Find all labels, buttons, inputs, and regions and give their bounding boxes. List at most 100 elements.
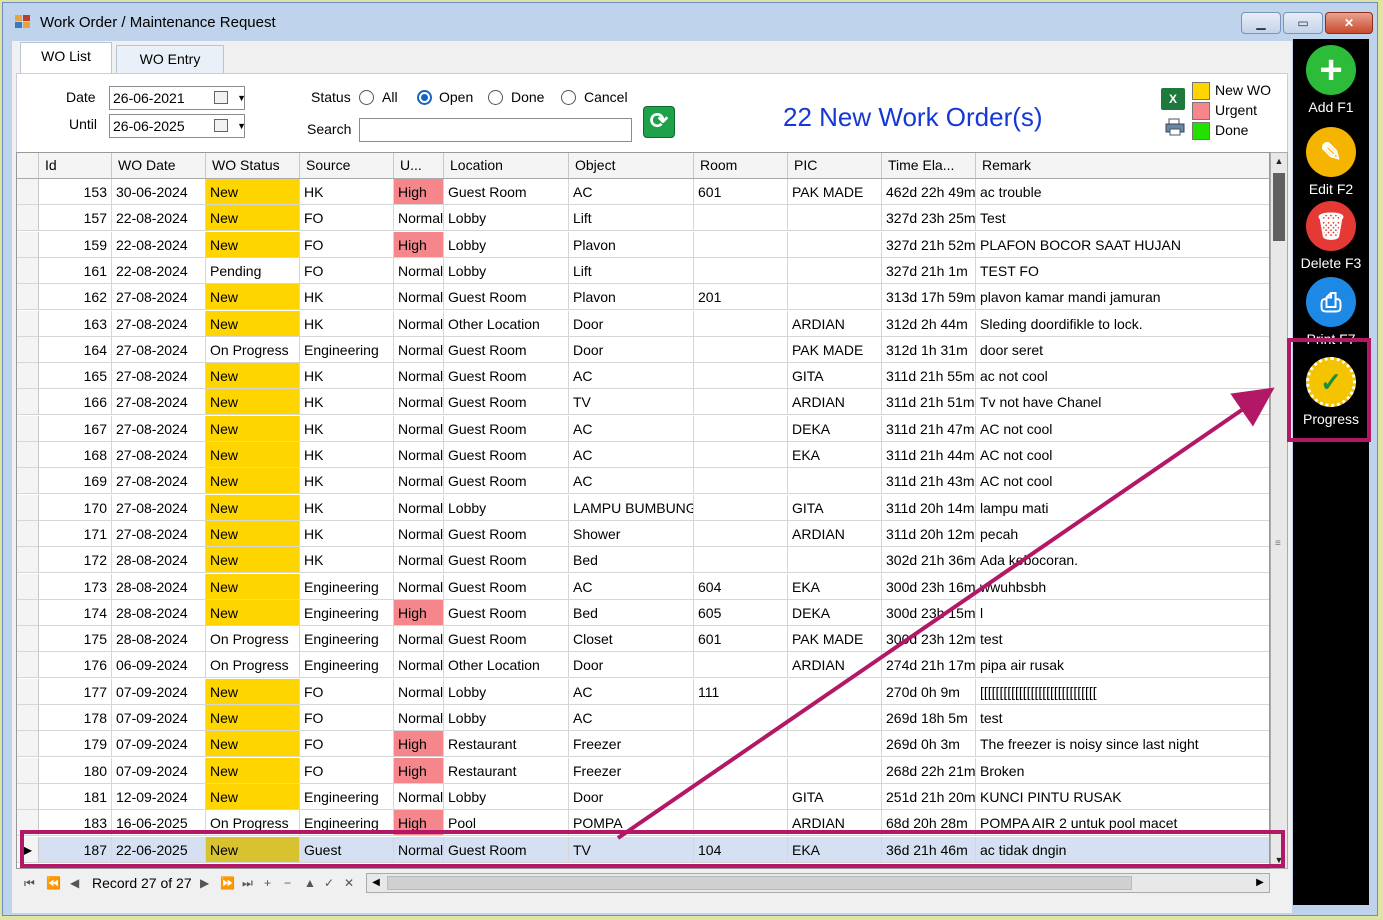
- cell-object[interactable]: Plavon: [569, 284, 694, 311]
- cell-id[interactable]: 174: [39, 599, 112, 626]
- cell-source[interactable]: FO: [300, 231, 394, 258]
- cell-elapsed[interactable]: 462d 22h 49m: [882, 179, 976, 205]
- cell-remark[interactable]: AC not cool: [976, 442, 1269, 468]
- cell-pic[interactable]: [788, 547, 882, 574]
- cell-remark[interactable]: [[[[[[[[[[[[[[[[[[[[[[[[[[[[[[: [976, 679, 1269, 705]
- row-selector[interactable]: [17, 336, 39, 363]
- cell-date[interactable]: 22-08-2024: [112, 231, 206, 258]
- cell-source[interactable]: Engineering: [300, 573, 394, 600]
- cell-pic[interactable]: PAK MADE: [788, 179, 882, 205]
- cell-object[interactable]: Door: [569, 783, 694, 810]
- table-row[interactable]: 162 27-08-2024 New HK Normal Guest Room Plavon…: [17, 284, 1269, 311]
- cell-urgency[interactable]: High: [394, 731, 444, 758]
- add-record-icon[interactable]: +: [264, 871, 271, 895]
- print-f7-button[interactable]: ⎙ Print F7: [1293, 277, 1369, 347]
- cell-status[interactable]: New: [206, 415, 300, 442]
- cell-id[interactable]: 167: [39, 415, 112, 442]
- cell-pic[interactable]: PAK MADE: [788, 626, 882, 653]
- cell-remark[interactable]: test: [976, 626, 1269, 653]
- minimize-button[interactable]: ▁: [1241, 12, 1281, 34]
- cell-elapsed[interactable]: 36d 21h 46m: [882, 836, 976, 863]
- cell-room[interactable]: [694, 547, 788, 574]
- row-selector[interactable]: [17, 573, 39, 600]
- table-row[interactable]: 153 30-06-2024 New HK High Guest Room AC 601 PAK…: [17, 179, 1269, 205]
- cell-id[interactable]: 166: [39, 389, 112, 416]
- cell-remark[interactable]: Broken: [976, 758, 1269, 784]
- cell-status[interactable]: New: [206, 389, 300, 416]
- cell-elapsed[interactable]: 68d 20h 28m: [882, 810, 976, 837]
- cell-remark[interactable]: Ada kebocoran.: [976, 547, 1269, 574]
- cell-id[interactable]: 171: [39, 520, 112, 547]
- cell-location[interactable]: Lobby: [444, 705, 569, 731]
- cell-location[interactable]: Lobby: [444, 783, 569, 810]
- cell-location[interactable]: Guest Room: [444, 389, 569, 416]
- cell-remark[interactable]: The freezer is noisy since last night: [976, 731, 1269, 758]
- cell-id[interactable]: 180: [39, 757, 112, 784]
- row-selector[interactable]: [17, 389, 39, 416]
- cell-status[interactable]: New: [206, 783, 300, 810]
- cell-room[interactable]: [694, 442, 788, 468]
- cell-remark[interactable]: ac trouble: [976, 179, 1269, 205]
- cell-remark[interactable]: lampu mati: [976, 495, 1269, 521]
- cell-date[interactable]: 27-08-2024: [112, 310, 206, 337]
- cell-source[interactable]: HK: [300, 310, 394, 337]
- table-row[interactable]: 177 07-09-2024 New FO Normal Lobby AC 111 270d 0…: [17, 678, 1269, 705]
- cell-date[interactable]: 28-08-2024: [112, 626, 206, 653]
- cell-status[interactable]: New: [206, 705, 300, 731]
- cell-urgency[interactable]: High: [394, 599, 444, 626]
- cell-object[interactable]: Freezer: [569, 731, 694, 758]
- cell-remark[interactable]: TEST FO: [976, 258, 1269, 284]
- edit-f2-button[interactable]: ✎ Edit F2: [1293, 127, 1369, 197]
- cell-urgency[interactable]: Normal: [394, 836, 444, 863]
- cell-location[interactable]: Guest Room: [444, 573, 569, 600]
- scroll-thumb[interactable]: [1273, 173, 1285, 241]
- cell-id[interactable]: 176: [39, 652, 112, 679]
- cell-source[interactable]: HK: [300, 468, 394, 495]
- cell-source[interactable]: HK: [300, 363, 394, 390]
- cell-date[interactable]: 07-09-2024: [112, 705, 206, 731]
- table-row[interactable]: 178 07-09-2024 New FO Normal Lobby AC 269d 18h …: [17, 705, 1269, 731]
- cell-object[interactable]: Door: [569, 310, 694, 337]
- table-row[interactable]: 180 07-09-2024 New FO High Restaurant Freezer 2…: [17, 757, 1269, 784]
- cell-elapsed[interactable]: 312d 2h 44m: [882, 310, 976, 337]
- row-selector[interactable]: [17, 442, 39, 468]
- status-done-radio[interactable]: [488, 90, 503, 105]
- cell-id[interactable]: 173: [39, 573, 112, 600]
- cell-object[interactable]: Closet: [569, 626, 694, 653]
- row-selector[interactable]: [17, 626, 39, 653]
- cancel-record-icon[interactable]: ✕: [344, 871, 354, 895]
- calendar-icon[interactable]: [214, 119, 228, 132]
- cell-id[interactable]: 159: [39, 231, 112, 258]
- cell-object[interactable]: AC: [569, 179, 694, 205]
- cell-pic[interactable]: ARDIAN: [788, 652, 882, 679]
- cell-room[interactable]: [694, 810, 788, 837]
- cell-elapsed[interactable]: 300d 23h 16m: [882, 573, 976, 600]
- cell-elapsed[interactable]: 327d 21h 1m: [882, 257, 976, 284]
- delete-record-icon[interactable]: −: [284, 871, 291, 895]
- progress-button[interactable]: ✓ Progress: [1293, 357, 1369, 427]
- cell-location[interactable]: Other Location: [444, 310, 569, 337]
- table-row[interactable]: 174 28-08-2024 New Engineering High Guest Roo…: [17, 599, 1269, 626]
- cell-location[interactable]: Pool: [444, 810, 569, 837]
- table-row[interactable]: 179 07-09-2024 New FO High Restaurant Freezer 2…: [17, 731, 1269, 758]
- cell-location[interactable]: Guest Room: [444, 442, 569, 468]
- row-selector[interactable]: [17, 731, 39, 758]
- cell-object[interactable]: Door: [569, 336, 694, 363]
- cell-elapsed[interactable]: 311d 21h 51m: [882, 389, 976, 416]
- cell-pic[interactable]: [788, 205, 882, 232]
- cell-urgency[interactable]: Normal: [394, 678, 444, 705]
- cell-elapsed[interactable]: 268d 22h 21m: [882, 757, 976, 784]
- column-header-location[interactable]: Location: [444, 153, 569, 178]
- cell-pic[interactable]: EKA: [788, 573, 882, 600]
- cell-urgency[interactable]: Normal: [394, 626, 444, 653]
- scroll-up-arrow-icon[interactable]: ▲: [1271, 153, 1287, 169]
- cell-source[interactable]: HK: [300, 415, 394, 442]
- cell-remark[interactable]: AC not cool: [976, 416, 1269, 442]
- cell-urgency[interactable]: Normal: [394, 468, 444, 495]
- cell-pic[interactable]: [788, 231, 882, 258]
- cell-status[interactable]: New: [206, 599, 300, 626]
- cell-source[interactable]: Engineering: [300, 626, 394, 653]
- calendar-icon[interactable]: [214, 91, 228, 104]
- cell-room[interactable]: [694, 310, 788, 337]
- cell-remark[interactable]: test: [976, 705, 1269, 731]
